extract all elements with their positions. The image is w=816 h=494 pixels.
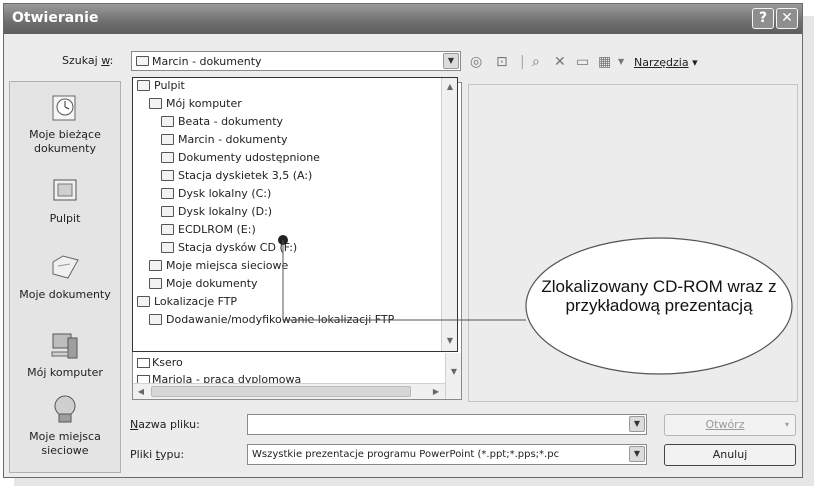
dropdown-item[interactable]: Pulpit: [137, 78, 185, 94]
delete-icon[interactable]: ✕: [554, 53, 566, 71]
dropdown-item[interactable]: Moje dokumenty: [149, 276, 258, 292]
views-icon[interactable]: ▦: [598, 53, 611, 71]
place-my-documents[interactable]: Moje dokumenty: [10, 250, 120, 302]
desktop-icon: [137, 80, 150, 91]
folder-icon: [136, 56, 149, 66]
desktop-icon: [53, 179, 77, 201]
my-documents-icon: [52, 255, 79, 279]
recent-documents-icon: [52, 95, 76, 121]
network-icon: [149, 260, 162, 271]
folder-icon: [161, 134, 174, 145]
scroll-left-icon[interactable]: ◀: [134, 385, 148, 399]
look-in-combo[interactable]: Marcin - dokumenty ▼: [131, 51, 461, 71]
ftp-folder-icon: [137, 296, 150, 307]
dropdown-item[interactable]: Dysk lokalny (C:): [161, 186, 271, 202]
horizontal-scrollbar[interactable]: ◀ ▶: [133, 383, 445, 399]
cd-drive-icon: [161, 242, 174, 253]
documents-icon: [149, 278, 162, 289]
scroll-up-icon[interactable]: ▲: [443, 80, 457, 94]
dropdown-item[interactable]: Beata - dokumenty: [161, 114, 283, 130]
dropdown-item[interactable]: Dokumenty udostępnione: [161, 150, 320, 166]
chevron-down-icon[interactable]: ▼: [443, 53, 459, 69]
close-button[interactable]: ✕: [776, 8, 798, 29]
dropdown-item[interactable]: Mój komputer: [149, 96, 242, 112]
network-places-icon: [54, 395, 76, 423]
new-folder-icon[interactable]: ▭: [576, 53, 589, 71]
place-recent-documents[interactable]: Moje bieżące dokumenty: [10, 90, 120, 156]
up-folder-icon[interactable]: ⊡: [496, 53, 508, 71]
tools-menu[interactable]: Narzędzia ▾: [634, 56, 698, 69]
list-item[interactable]: Ksero: [137, 356, 183, 369]
filename-label: Nazwa pliku:: [130, 418, 200, 431]
folder-icon: [137, 358, 150, 368]
scroll-thumb[interactable]: [151, 386, 411, 397]
filename-input[interactable]: ▼: [247, 414, 647, 435]
search-web-icon[interactable]: ⌕: [532, 53, 540, 71]
views-dropdown-icon[interactable]: ▼: [618, 53, 624, 71]
computer-icon: [149, 98, 162, 109]
filetype-select[interactable]: Wszystkie prezentacje programu PowerPoin…: [247, 444, 647, 465]
title-bar[interactable]: Otwieranie ? ✕: [4, 4, 802, 34]
look-in-value: Marcin - dokumenty: [152, 55, 262, 68]
dialog-title: Otwieranie: [12, 10, 99, 26]
ftp-add-icon: [149, 314, 162, 325]
folder-icon: [161, 152, 174, 163]
cd-drive-icon: [161, 224, 174, 235]
dropdown-item[interactable]: Lokalizacje FTP: [137, 294, 237, 310]
scroll-down-icon[interactable]: ▼: [443, 334, 457, 348]
hard-drive-icon: [161, 188, 174, 199]
scroll-down-icon[interactable]: ▼: [447, 365, 461, 379]
back-icon[interactable]: ◎: [470, 53, 482, 71]
callout-text: Zlokalizowany CD-ROM wraz z przykładową …: [541, 277, 777, 315]
dropdown-item[interactable]: Marcin - dokumenty: [161, 132, 288, 148]
cancel-button[interactable]: Anuluj: [664, 444, 796, 466]
dropdown-item[interactable]: Stacja dyskietek 3,5 (A:): [161, 168, 312, 184]
place-desktop[interactable]: Pulpit: [10, 174, 120, 226]
separator-icon: |: [520, 54, 525, 70]
chevron-down-icon[interactable]: ▼: [629, 446, 645, 462]
my-computer-icon: [51, 333, 78, 359]
chevron-down-icon: ▾: [784, 420, 789, 429]
place-network[interactable]: Moje miejsca sieciowe: [10, 392, 120, 458]
folder-icon: [161, 116, 174, 127]
dropdown-item-selected[interactable]: ECDLROM (E:): [161, 222, 256, 238]
open-button[interactable]: Otwórz ▾: [664, 414, 796, 436]
dropdown-item[interactable]: Dysk lokalny (D:): [161, 204, 272, 220]
help-button[interactable]: ?: [752, 8, 774, 29]
floppy-icon: [161, 170, 174, 181]
chevron-down-icon[interactable]: ▼: [629, 416, 645, 432]
filetype-label: Pliki typu:: [130, 448, 185, 461]
look-in-label: Szukaj w:: [62, 54, 114, 67]
dropdown-item[interactable]: Moje miejsca sieciowe: [149, 258, 288, 274]
place-my-computer[interactable]: Mój komputer: [10, 328, 120, 380]
scroll-right-icon[interactable]: ▶: [429, 385, 443, 399]
file-list-scrollbar[interactable]: ▼: [445, 353, 461, 399]
hard-drive-icon: [161, 206, 174, 217]
places-bar: Moje bieżące dokumenty Pulpit Moje dokum…: [9, 81, 121, 473]
